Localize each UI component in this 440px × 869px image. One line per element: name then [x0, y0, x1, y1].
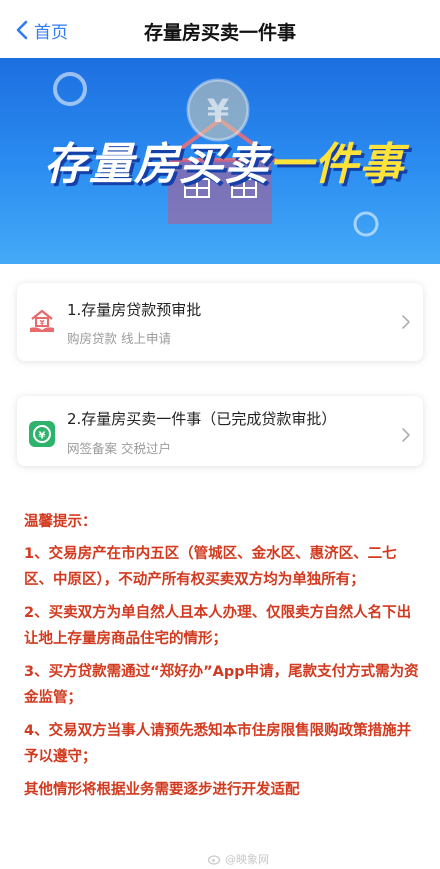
ring-icon — [53, 72, 87, 106]
chevron-right-icon — [402, 428, 410, 442]
hero-banner: ¥ 存量房买卖一件事 — [0, 58, 440, 264]
notice-title: 温馨提示： — [24, 514, 97, 530]
weibo-icon — [208, 855, 221, 865]
card-title: 2.存量房买卖一件事（已完成贷款审批） — [67, 410, 337, 428]
svg-text:¥: ¥ — [207, 92, 229, 130]
notice-item: 2、买卖双方为单自然人且本人办理、仅限卖方自然人名下出让地上存量房商品住宅的情形… — [24, 605, 412, 647]
svg-text:¥: ¥ — [39, 431, 46, 442]
svg-text:¥: ¥ — [40, 319, 45, 327]
card-title: 1.存量房贷款预审批 — [67, 301, 202, 319]
service-card-housing-transaction[interactable]: ¥ 2.存量房买卖一件事（已完成贷款审批） 网签备案 交税过户 — [17, 396, 423, 466]
card-subtitle: 网签备案 交税过户 — [67, 441, 171, 456]
service-card-loan-preapproval[interactable]: ¥ 1.存量房贷款预审批 购房贷款 线上申请 — [17, 283, 423, 361]
notice-item: 3、买方贷款需通过“郑好办”App申请，尾款支付方式需为资金监管； — [24, 664, 419, 706]
house-hand-icon: ¥ — [30, 309, 54, 332]
banner-title-highlight: 一件事 — [269, 139, 404, 190]
notice-item: 1、交易房产在市内五区（管城区、金水区、惠济区、二七区、中原区），不动产所有权买… — [24, 546, 397, 588]
ring-icon — [353, 211, 379, 237]
watermark-text: @映象网 — [225, 853, 269, 866]
watermark: @映象网 — [208, 851, 269, 867]
card-subtitle: 购房贷款 线上申请 — [67, 331, 171, 346]
banner-title-main: 存量房买卖 — [44, 139, 269, 190]
notice-item: 4、交易双方当事人请预先悉知本市住房限售限购政策措施并予以遵守； — [24, 723, 412, 765]
page-title: 存量房买卖一件事 — [143, 22, 296, 44]
yuan-circle-icon: ¥ — [29, 421, 55, 447]
chevron-right-icon — [402, 315, 410, 329]
banner-title: 存量房买卖一件事 — [44, 128, 404, 192]
nav-bar: 首页 存量房买卖一件事 — [0, 0, 440, 58]
notice-item: 其他情形将根据业务需要逐步进行开发适配 — [24, 782, 300, 798]
